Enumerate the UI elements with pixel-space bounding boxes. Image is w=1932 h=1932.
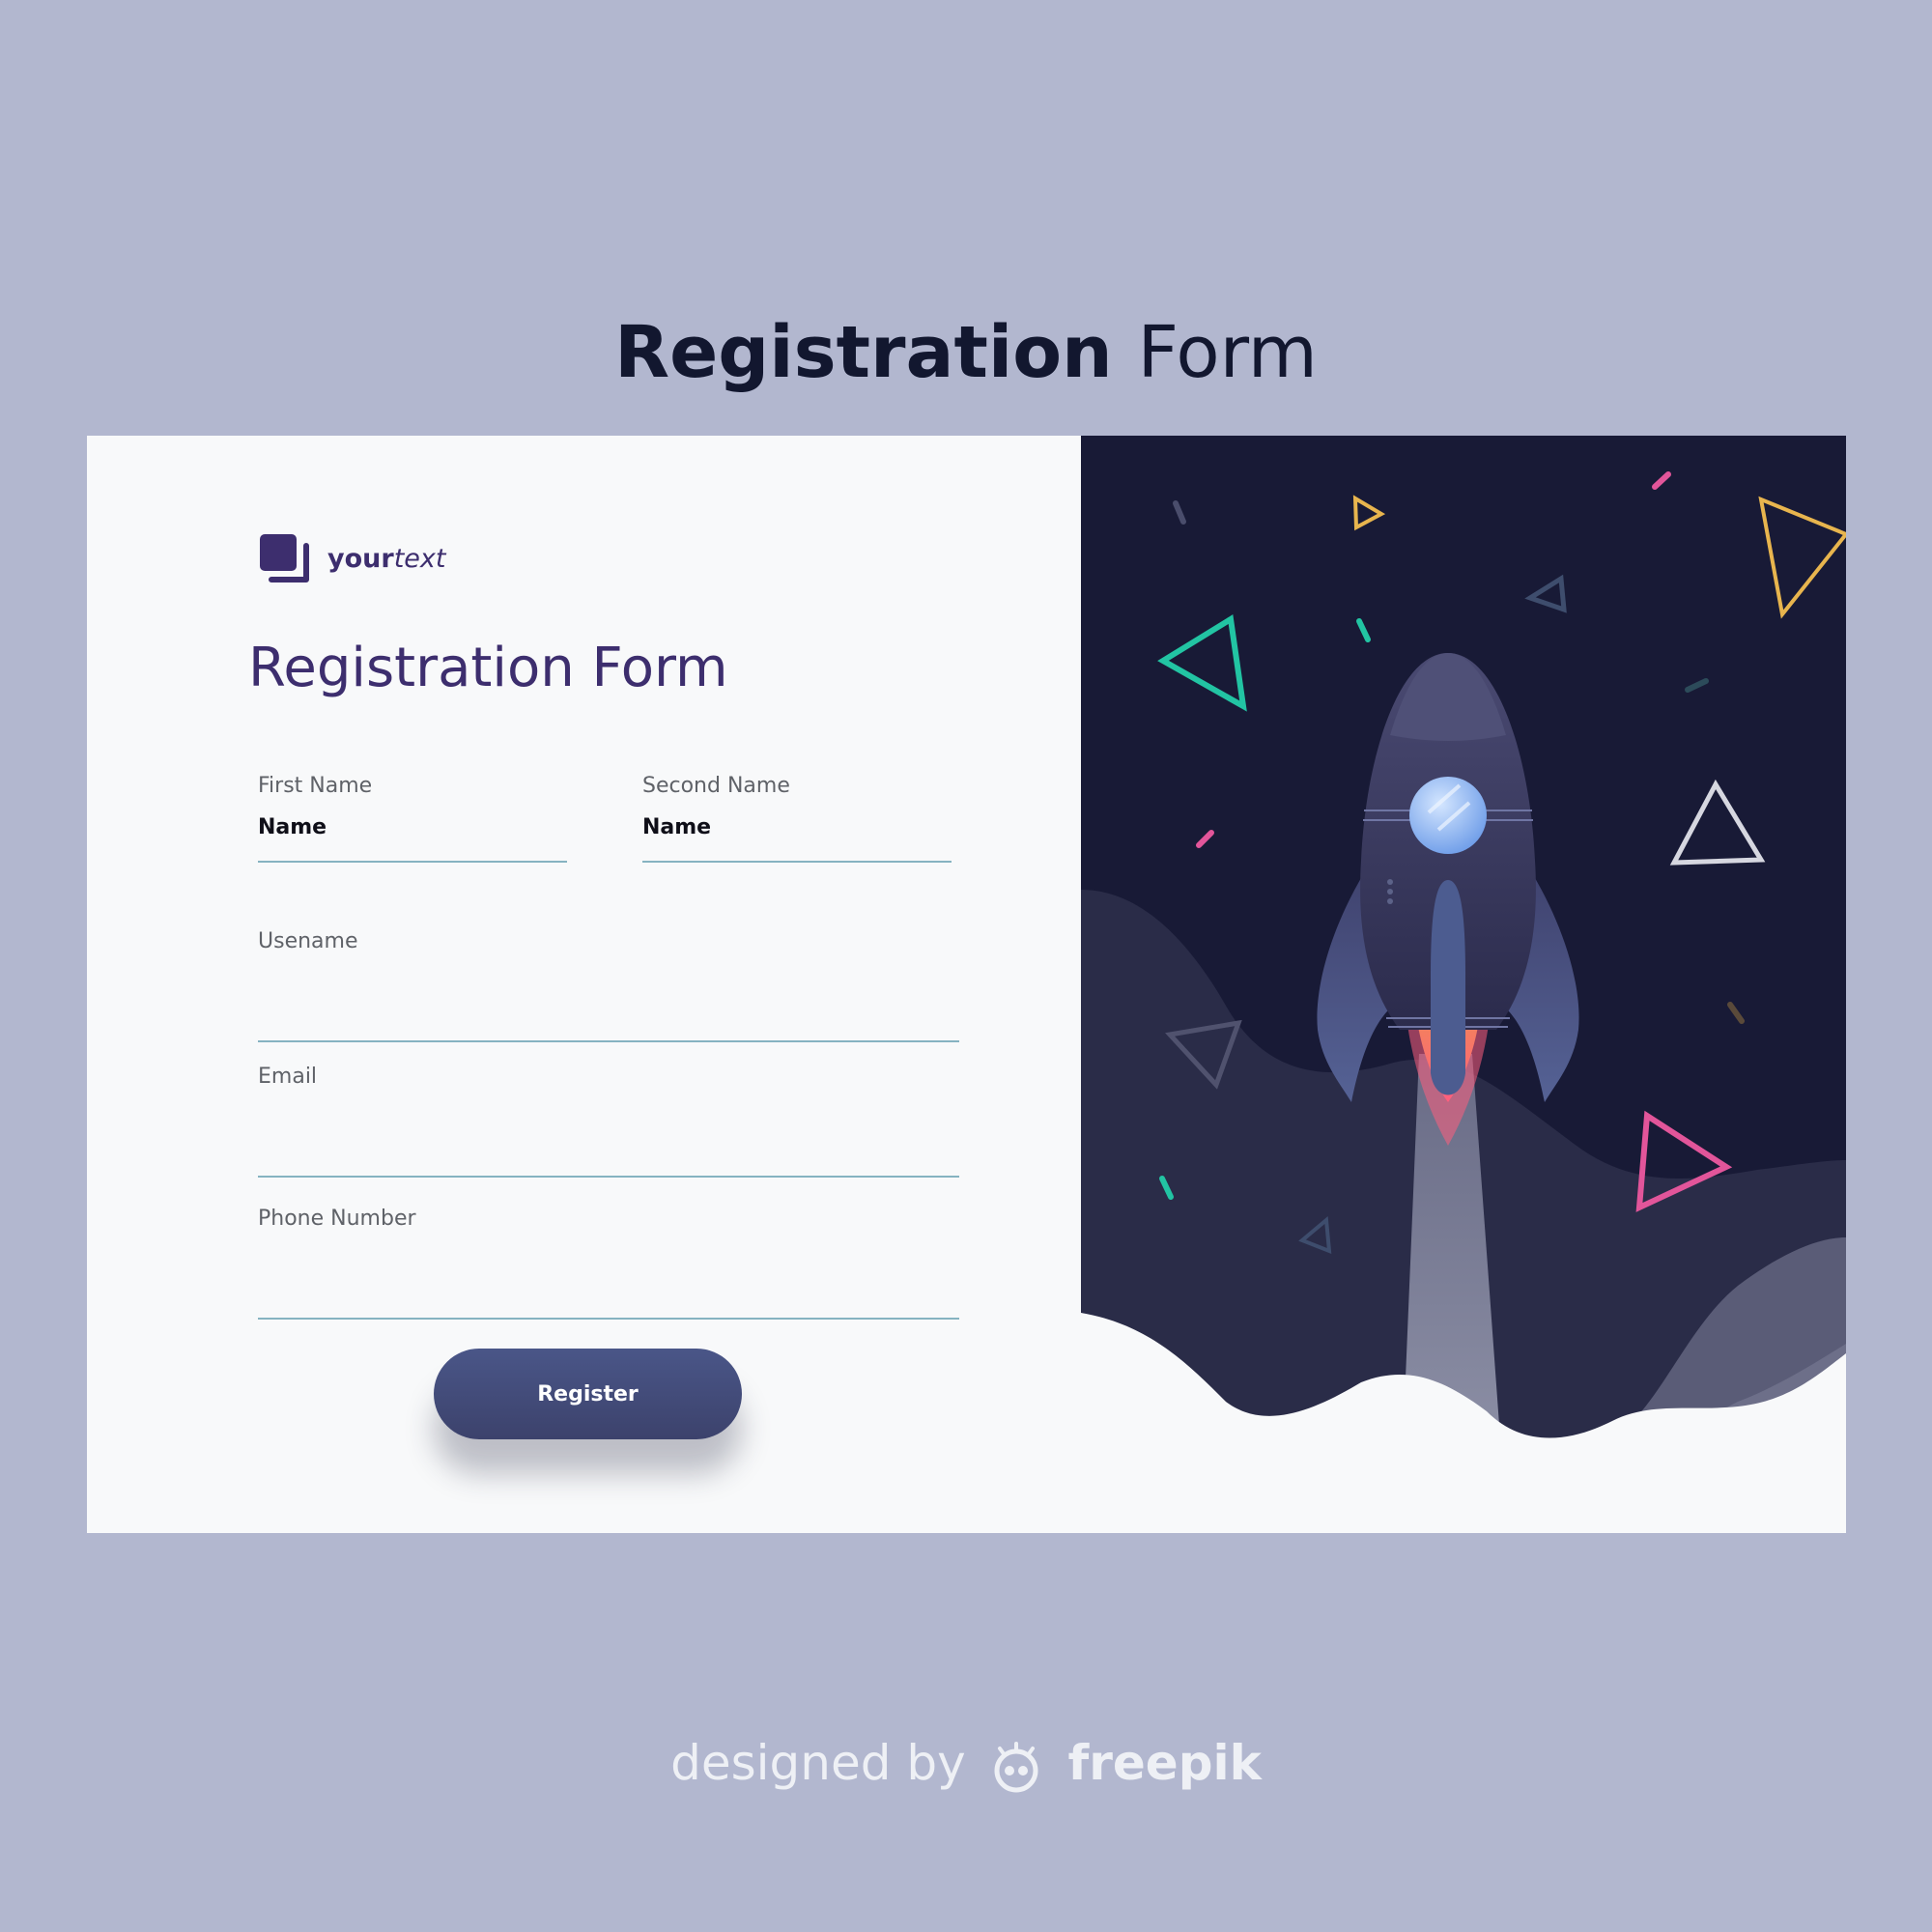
phone-field: Phone Number — [258, 1207, 959, 1320]
email-input[interactable] — [258, 1106, 959, 1178]
hull-dot — [1387, 879, 1393, 885]
form-title: Registration Form — [248, 637, 728, 699]
phone-input[interactable] — [258, 1248, 959, 1320]
logo-text-italic: text — [393, 543, 446, 574]
page-heading: Registration Form — [0, 317, 1932, 388]
hull-dot — [1387, 898, 1393, 904]
first-name-field: First Name — [258, 774, 567, 863]
email-field: Email — [258, 1065, 959, 1178]
first-name-label: First Name — [258, 774, 373, 798]
register-button[interactable]: Register — [434, 1349, 742, 1439]
page-heading-bold: Registration — [614, 310, 1113, 394]
email-label: Email — [258, 1065, 318, 1089]
hull-dot — [1387, 889, 1393, 895]
credit: designed by freepik — [0, 1739, 1932, 1794]
logo: yourtext — [258, 532, 445, 584]
first-name-input[interactable] — [258, 815, 567, 863]
layered-squares-icon — [260, 534, 309, 582]
username-field: Usename — [258, 929, 959, 1042]
rocket-scene — [1081, 436, 1846, 1533]
logo-text: yourtext — [327, 544, 445, 574]
second-name-input[interactable] — [642, 815, 952, 863]
credit-brand: freepik — [1067, 1735, 1262, 1791]
freepik-logo-icon — [994, 1741, 1038, 1792]
username-label: Usename — [258, 929, 358, 953]
logo-text-bold: your — [327, 543, 394, 574]
rocket-illustration — [1081, 436, 1846, 1533]
username-input[interactable] — [258, 971, 959, 1042]
page-heading-light: Form — [1137, 310, 1318, 394]
rocket-window — [1409, 777, 1487, 854]
credit-prefix: designed by — [670, 1735, 966, 1791]
registration-card: yourtext Registration Form First Name Se… — [87, 436, 1846, 1533]
second-name-field: Second Name — [642, 774, 952, 863]
rocket-strut — [1431, 880, 1465, 1095]
phone-label: Phone Number — [258, 1207, 416, 1231]
second-name-label: Second Name — [642, 774, 790, 798]
